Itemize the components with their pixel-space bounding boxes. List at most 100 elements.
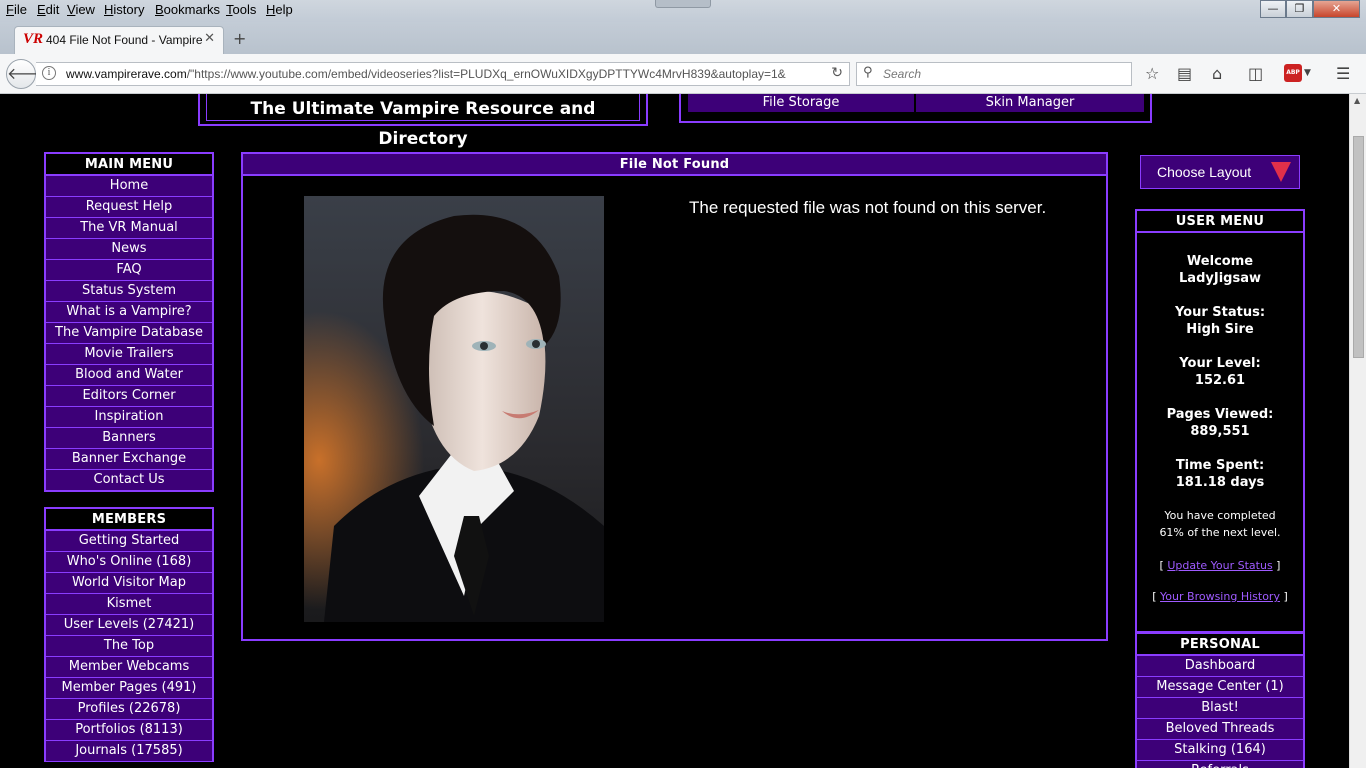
members-menu-item[interactable]: The Top [45, 636, 213, 657]
new-tab-button[interactable]: + [233, 29, 246, 48]
personal-menu: PERSONAL Dashboard Message Center (1) Blas… [1135, 632, 1305, 768]
search-icon: ⚲ [863, 65, 873, 80]
drag-handle[interactable] [655, 0, 711, 8]
main-menu-item[interactable]: FAQ [45, 260, 213, 281]
url-text[interactable]: www.vampirerave.com/"https://www.youtube… [66, 67, 816, 81]
user-menu: USER MENU Welcome LadyJigsaw Your Status… [1135, 209, 1305, 633]
back-button[interactable]: 🡐 [6, 59, 50, 89]
personal-menu-item[interactable]: Dashboard [1136, 656, 1304, 677]
choose-layout-label: Choose Layout [1157, 164, 1252, 180]
main-menu-item[interactable]: Request Help [45, 197, 213, 218]
members-menu-title: MEMBERS [46, 509, 212, 531]
time-spent-label: Time Spent: [1175, 458, 1265, 473]
main-menu-item[interactable]: The Vampire Database [45, 323, 213, 344]
error-message: The requested file was not found on this… [689, 198, 1047, 217]
members-menu-item[interactable]: Profiles (22678) [45, 699, 213, 720]
members-menu-item[interactable]: Getting Started [45, 531, 213, 552]
browser-menubar: File Edit View History Bookmarks Tools H… [0, 0, 1366, 22]
url-bar[interactable]: i www.vampirerave.com/"https://www.youtu… [36, 62, 850, 86]
vr-favicon-icon: VR [23, 31, 44, 47]
personal-menu-title: PERSONAL [1137, 634, 1303, 656]
home-icon[interactable]: ⌂ [1212, 64, 1222, 83]
main-menu-item[interactable]: Home [45, 176, 213, 197]
tab-title: 404 File Not Found - Vampire [46, 33, 203, 47]
main-menu-item[interactable]: Contact Us [45, 470, 213, 491]
menu-edit[interactable]: Edit [37, 2, 59, 17]
members-menu: MEMBERS Getting Started Who's Online (168… [44, 507, 214, 762]
members-menu-item[interactable]: Member Webcams [45, 657, 213, 678]
chevron-down-icon[interactable]: ▼ [1304, 68, 1311, 78]
user-menu-title: USER MENU [1137, 211, 1303, 233]
main-menu-item[interactable]: Status System [45, 281, 213, 302]
site-banner: The Ultimate Vampire Resource and Direct… [198, 94, 648, 149]
file-not-found-panel: File Not Found The requested file was no… [241, 152, 1108, 641]
maximize-button[interactable]: ❐ [1286, 0, 1313, 18]
search-input[interactable]: ⚲ Search [856, 62, 1132, 86]
menu-tools[interactable]: Tools [226, 2, 256, 17]
main-menu-item[interactable]: Movie Trailers [45, 344, 213, 365]
personal-menu-item[interactable]: Blast! [1136, 698, 1304, 719]
update-status-link[interactable]: Update Your Status [1167, 559, 1272, 572]
main-menu-item[interactable]: Blood and Water [45, 365, 213, 386]
members-menu-item[interactable]: Kismet [45, 594, 213, 615]
pocket-icon[interactable]: ◫ [1248, 64, 1263, 83]
members-menu-item[interactable]: Portfolios (8113) [45, 720, 213, 741]
choose-layout-button[interactable]: Choose Layout [1140, 155, 1300, 189]
time-spent-value: 181.18 days [1175, 475, 1265, 490]
pages-viewed-label: Pages Viewed: [1166, 407, 1274, 422]
main-menu-item[interactable]: News [45, 239, 213, 260]
main-menu: MAIN MENU Home Request Help The VR Manual N… [44, 152, 214, 492]
menu-view[interactable]: View [67, 2, 95, 17]
nav-skin-manager[interactable]: Skin Manager [916, 94, 1144, 112]
close-window-button[interactable]: ✕ [1313, 0, 1360, 18]
reload-icon[interactable]: ↻ [831, 65, 843, 81]
main-menu-item[interactable]: What is a Vampire? [45, 302, 213, 323]
adblock-icon[interactable]: ABP [1284, 64, 1302, 82]
personal-menu-item[interactable]: Referrals [1136, 761, 1304, 768]
main-menu-item[interactable]: Banner Exchange [45, 449, 213, 470]
search-placeholder: Search [883, 67, 922, 81]
site-tagline: The Ultimate Vampire Resource and Direct… [206, 94, 640, 149]
members-menu-item[interactable]: World Visitor Map [45, 573, 213, 594]
progress-text-2: 61% of the next level. [1159, 526, 1281, 539]
main-menu-item[interactable]: Inspiration [45, 407, 213, 428]
members-menu-item[interactable]: Who's Online (168) [45, 552, 213, 573]
username: LadyJigsaw [1179, 271, 1261, 286]
level-label: Your Level: [1179, 356, 1261, 371]
menu-history[interactable]: History [104, 2, 144, 17]
url-domain: www.vampirerave.com [66, 67, 187, 81]
menu-bookmarks[interactable]: Bookmarks [155, 2, 220, 17]
top-nav: File Storage Skin Manager [679, 94, 1152, 123]
status-value: High Sire [1186, 322, 1254, 337]
nav-file-storage[interactable]: File Storage [688, 94, 914, 112]
personal-menu-item[interactable]: Stalking (164) [1136, 740, 1304, 761]
scroll-up-icon[interactable]: ▲ [1354, 96, 1360, 105]
menu-file[interactable]: File [6, 2, 27, 17]
members-menu-item[interactable]: Member Pages (491) [45, 678, 213, 699]
reading-list-icon[interactable]: ▤ [1177, 64, 1192, 83]
menu-help[interactable]: Help [266, 2, 293, 17]
minimize-button[interactable]: — [1260, 0, 1286, 18]
main-menu-item[interactable]: The VR Manual [45, 218, 213, 239]
personal-menu-item[interactable]: Message Center (1) [1136, 677, 1304, 698]
level-value: 152.61 [1194, 373, 1246, 388]
vampire-portrait-image [304, 196, 604, 622]
main-menu-item[interactable]: Editors Corner [45, 386, 213, 407]
scrollbar-thumb[interactable] [1353, 136, 1364, 358]
members-menu-item[interactable]: Journals (17585) [45, 741, 213, 762]
site-info-icon[interactable]: i [42, 66, 56, 80]
browsing-history-link[interactable]: Your Browsing History [1160, 590, 1280, 603]
star-icon[interactable]: ☆ [1145, 64, 1159, 83]
personal-menu-item[interactable]: Beloved Threads [1136, 719, 1304, 740]
welcome-label: Welcome [1186, 254, 1254, 269]
progress-text-1: You have completed [1164, 509, 1276, 522]
menu-icon[interactable]: ☰ [1336, 64, 1350, 83]
page-scrollbar[interactable]: ▲ [1349, 94, 1366, 768]
navigation-toolbar: 🡐 i www.vampirerave.com/"https://www.you… [0, 54, 1366, 94]
status-label: Your Status: [1174, 305, 1266, 320]
members-menu-item[interactable]: User Levels (27421) [45, 615, 213, 636]
main-menu-item[interactable]: Banners [45, 428, 213, 449]
close-tab-icon[interactable]: ✕ [204, 31, 215, 46]
browser-tab[interactable]: VR 404 File Not Found - Vampire ✕ [14, 26, 224, 54]
pages-viewed-value: 889,551 [1190, 424, 1250, 439]
